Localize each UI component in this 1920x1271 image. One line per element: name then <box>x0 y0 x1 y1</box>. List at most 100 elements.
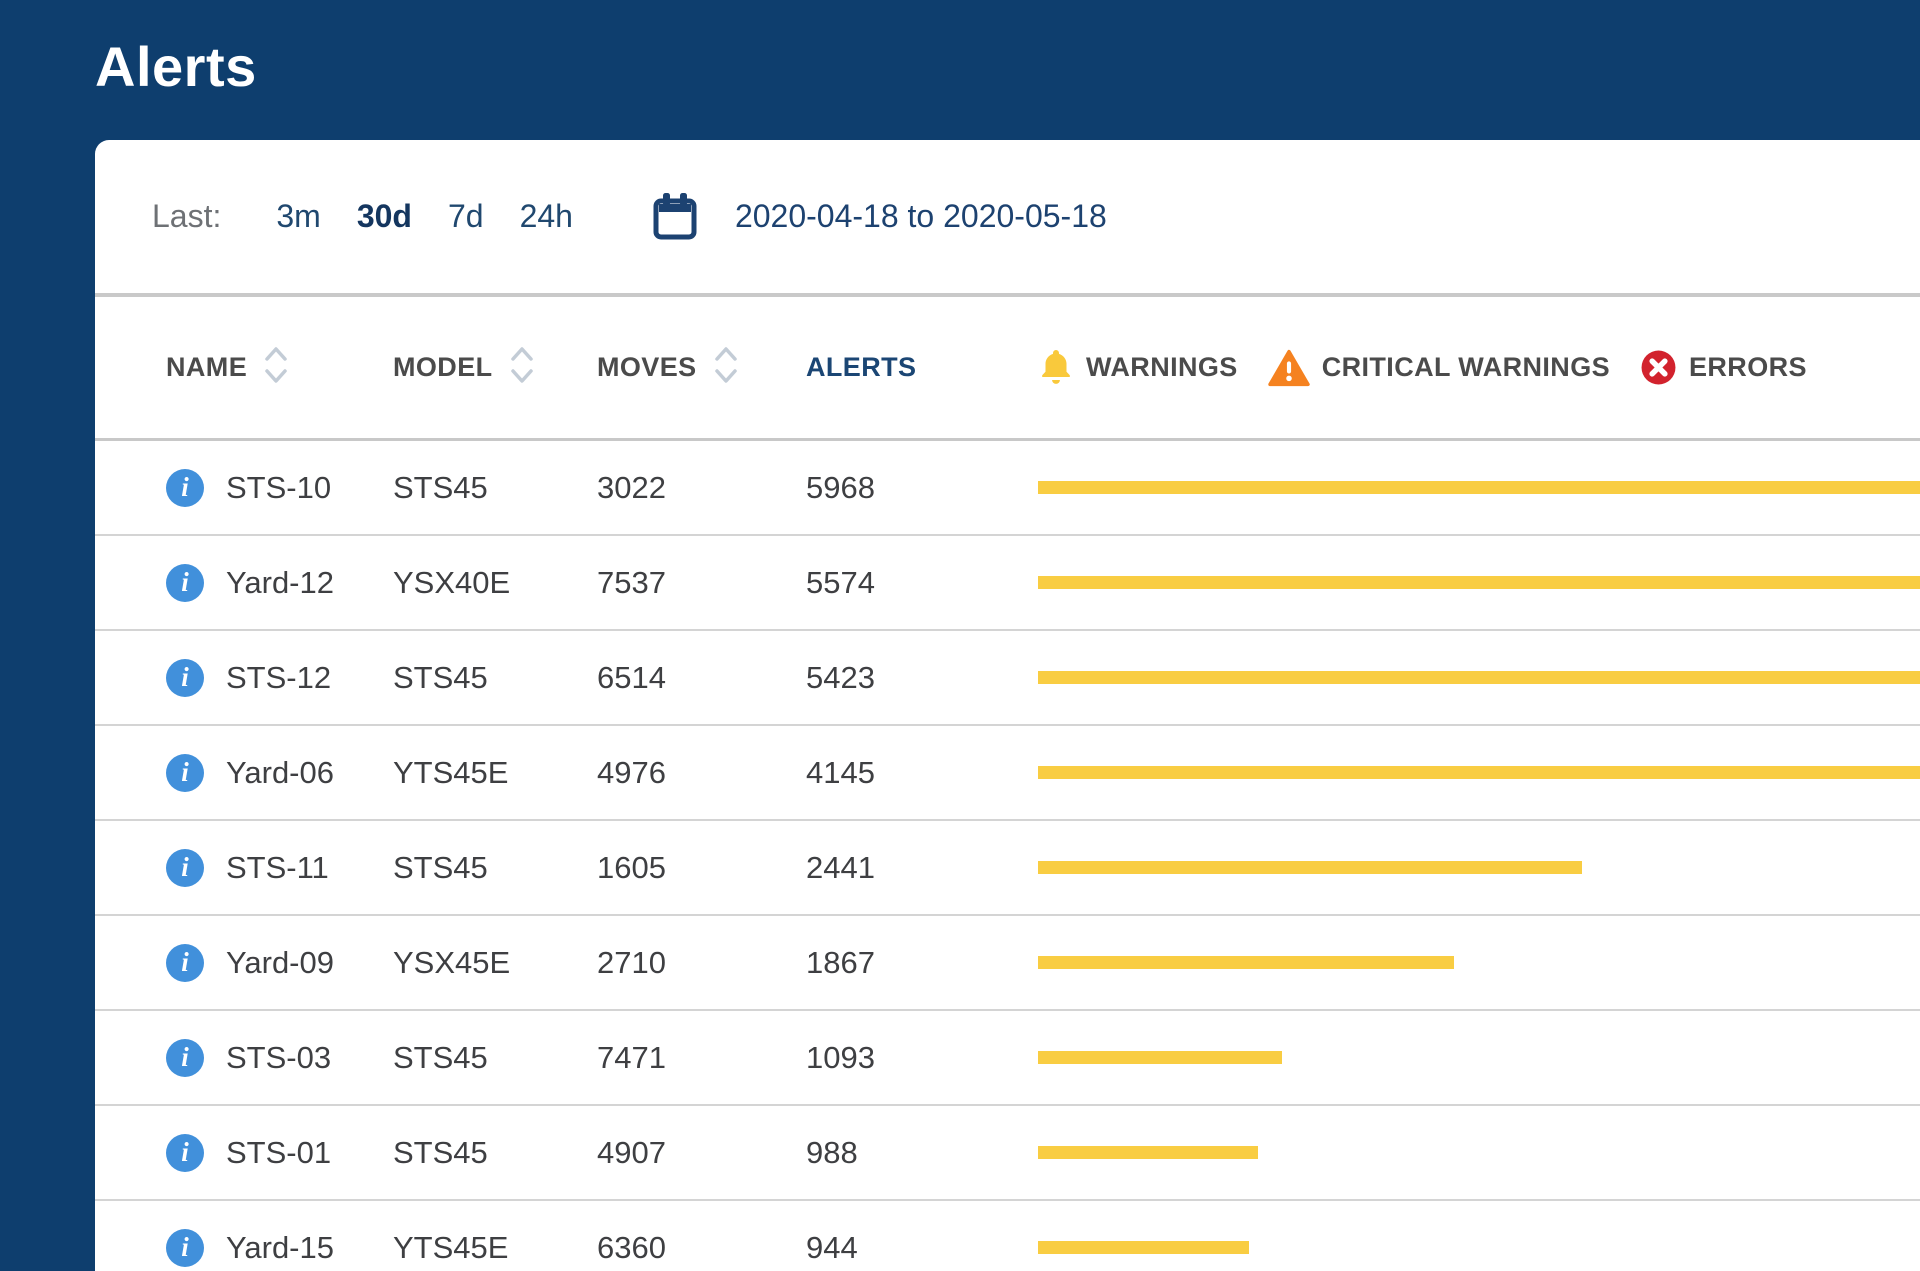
warnings-bar <box>1038 1241 1249 1254</box>
warnings-bar <box>1038 481 1920 494</box>
legend-item-errors: ERRORS <box>1640 349 1807 386</box>
bell-icon <box>1038 348 1074 388</box>
row-model: YSX40E <box>393 564 511 600</box>
table-row[interactable]: i STS-01 STS45 4907 988 <box>95 1106 1920 1201</box>
alerts-bar-cell <box>1038 1201 1920 1271</box>
table-row[interactable]: i Yard-12 YSX40E 7537 5574 <box>95 536 1920 631</box>
column-header-model[interactable]: MODEL <box>393 342 597 393</box>
column-header-moves[interactable]: MOVES <box>597 342 806 393</box>
warnings-bar <box>1038 1051 1282 1064</box>
info-icon[interactable]: i <box>166 1228 204 1267</box>
row-moves: 6514 <box>597 659 666 695</box>
row-model: STS45 <box>393 1039 488 1075</box>
row-model: YSX45E <box>393 944 511 980</box>
row-model: STS45 <box>393 849 488 885</box>
info-icon[interactable]: i <box>166 1038 204 1077</box>
alerts-bar-cell <box>1038 821 1920 914</box>
alerts-bar-cell <box>1038 916 1920 1009</box>
row-moves: 6360 <box>597 1229 666 1265</box>
column-header-alerts[interactable]: ALERTS <box>806 352 1038 383</box>
legend-item-warnings: WARNINGS <box>1038 348 1238 388</box>
column-header-name[interactable]: NAME <box>166 342 393 393</box>
row-name: Yard-15 <box>226 1229 334 1265</box>
row-moves: 2710 <box>597 944 666 980</box>
chart-legend: WARNINGS CRITICAL WARNINGS ERRORS <box>1038 348 1920 388</box>
row-moves: 3022 <box>597 469 666 505</box>
row-name: STS-10 <box>226 469 332 505</box>
row-name: Yard-06 <box>226 754 334 790</box>
table-row[interactable]: i Yard-15 YTS45E 6360 944 <box>95 1201 1920 1271</box>
row-moves: 7471 <box>597 1039 666 1075</box>
sort-chevrons-icon[interactable] <box>509 342 535 393</box>
row-name: STS-11 <box>226 849 329 885</box>
name-cell: i STS-11 <box>166 848 393 887</box>
table-header: NAME MODEL MOVES ALERTS WARNINGS CRITICA… <box>95 297 1920 441</box>
name-cell: i STS-10 <box>166 468 393 507</box>
info-icon[interactable]: i <box>166 848 204 887</box>
table-row[interactable]: i STS-12 STS45 6514 5423 <box>95 631 1920 726</box>
name-cell: i STS-03 <box>166 1038 393 1077</box>
row-model: STS45 <box>393 1134 488 1170</box>
table-row[interactable]: i STS-03 STS45 7471 1093 <box>95 1011 1920 1106</box>
name-cell: i Yard-12 <box>166 563 393 602</box>
alerts-bar-cell <box>1038 1106 1920 1199</box>
alerts-card: Last: 3m 30d 7d 24h 2020-04-18 to 2020-0… <box>95 140 1920 1271</box>
table-row[interactable]: i STS-10 STS45 3022 5968 <box>95 441 1920 536</box>
table-row[interactable]: i Yard-06 YTS45E 4976 4145 <box>95 726 1920 821</box>
date-range-text[interactable]: 2020-04-18 to 2020-05-18 <box>735 198 1107 235</box>
info-icon[interactable]: i <box>166 468 204 507</box>
warnings-bar <box>1038 766 1920 779</box>
table-row[interactable]: i Yard-09 YSX45E 2710 1867 <box>95 916 1920 1011</box>
name-cell: i Yard-15 <box>166 1228 393 1267</box>
time-filter-bar: Last: 3m 30d 7d 24h 2020-04-18 to 2020-0… <box>95 140 1920 297</box>
row-alerts: 5423 <box>806 659 875 695</box>
row-name: Yard-12 <box>226 564 334 600</box>
row-alerts: 1867 <box>806 944 875 980</box>
time-filter-option[interactable]: 3m <box>276 198 320 235</box>
time-filter-option[interactable]: 30d <box>357 198 412 235</box>
warnings-bar <box>1038 576 1920 589</box>
name-cell: i Yard-09 <box>166 943 393 982</box>
time-filter-option[interactable]: 24h <box>520 198 573 235</box>
error-circle-icon <box>1640 349 1677 386</box>
date-range-picker[interactable]: 2020-04-18 to 2020-05-18 <box>653 192 1107 241</box>
row-moves: 4907 <box>597 1134 666 1170</box>
info-icon[interactable]: i <box>166 943 204 982</box>
row-alerts: 5968 <box>806 469 875 505</box>
warnings-bar <box>1038 671 1920 684</box>
sort-chevrons-icon[interactable] <box>713 342 739 393</box>
name-cell: i STS-12 <box>166 658 393 697</box>
info-icon[interactable]: i <box>166 658 204 697</box>
row-model: YTS45E <box>393 754 509 790</box>
alerts-bar-cell <box>1038 631 1920 724</box>
row-alerts: 2441 <box>806 849 875 885</box>
row-model: YTS45E <box>393 1229 509 1265</box>
warnings-bar <box>1038 861 1582 874</box>
alerts-bar-cell <box>1038 1011 1920 1104</box>
row-moves: 7537 <box>597 564 666 600</box>
row-name: STS-01 <box>226 1134 332 1170</box>
info-icon[interactable]: i <box>166 563 204 602</box>
row-alerts: 944 <box>806 1229 858 1265</box>
warnings-bar <box>1038 956 1454 969</box>
time-filter-option[interactable]: 7d <box>448 198 484 235</box>
row-moves: 1605 <box>597 849 666 885</box>
legend-item-critical-warnings: CRITICAL WARNINGS <box>1267 349 1610 387</box>
calendar-icon[interactable] <box>653 192 697 241</box>
row-alerts: 4145 <box>806 754 875 790</box>
row-model: STS45 <box>393 469 488 505</box>
info-icon[interactable]: i <box>166 753 204 792</box>
alerts-dashboard: Alerts Last: 3m 30d 7d 24h 2020-04-18 to… <box>0 0 1920 1271</box>
sort-chevrons-icon[interactable] <box>263 342 289 393</box>
time-filter-label: Last: <box>152 198 222 234</box>
table-body: i STS-10 STS45 3022 5968 i Yard-12 YSX40… <box>95 441 1920 1271</box>
table-row[interactable]: i STS-11 STS45 1605 2441 <box>95 821 1920 916</box>
alerts-bar-cell <box>1038 726 1920 819</box>
name-cell: i Yard-06 <box>166 753 393 792</box>
row-name: STS-12 <box>226 659 332 695</box>
info-icon[interactable]: i <box>166 1133 204 1172</box>
alerts-bar-cell <box>1038 441 1920 534</box>
row-name: STS-03 <box>226 1039 332 1075</box>
row-name: Yard-09 <box>226 944 334 980</box>
row-alerts: 5574 <box>806 564 875 600</box>
